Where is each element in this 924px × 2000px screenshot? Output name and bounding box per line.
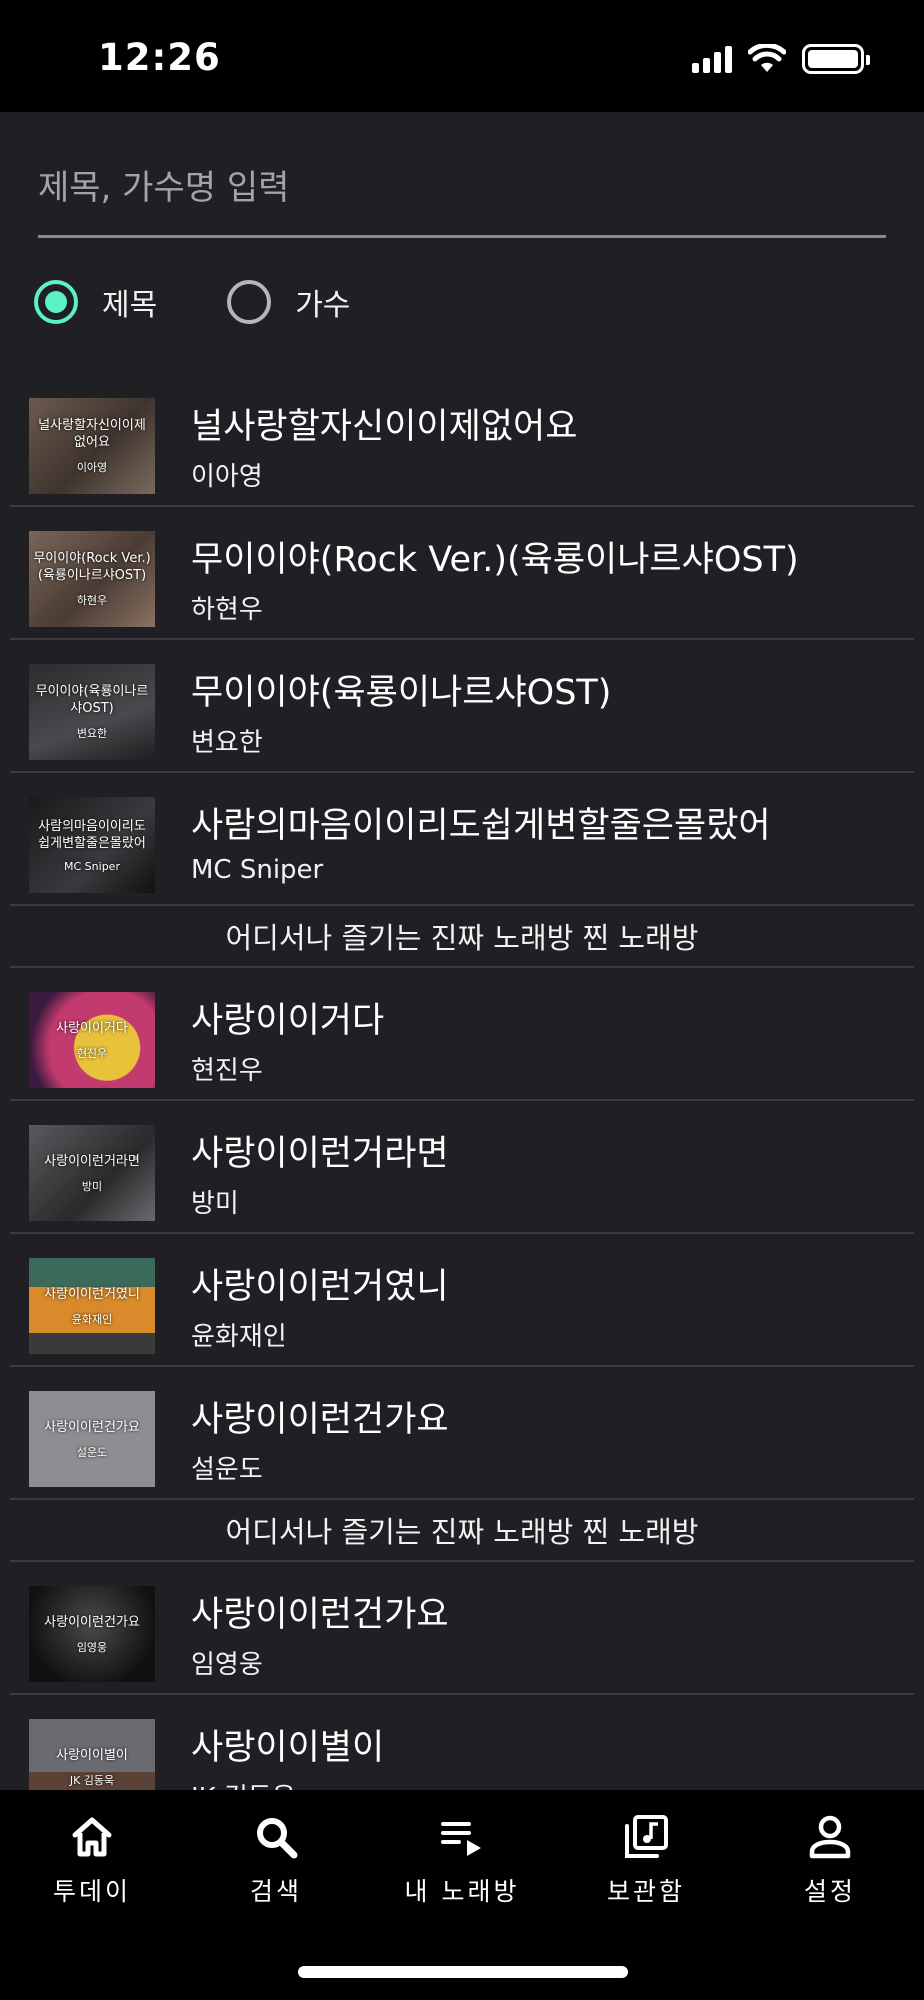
song-title: 무이이야(Rock Ver.)(육룡이나르샤OST): [191, 540, 799, 580]
library-icon: [625, 1815, 668, 1858]
song-title: 사랑이이런거라면: [191, 1134, 449, 1174]
song-title: 널사랑할자신이이제없어요: [191, 407, 578, 447]
tab-my-karaoke[interactable]: 내 노래방: [402, 1812, 522, 1908]
tab-label: 내 노래방: [404, 1877, 520, 1906]
song-artist: 윤화재인: [191, 1322, 287, 1352]
status-time: 12:26: [98, 36, 221, 79]
person-icon: [809, 1815, 851, 1859]
album-art-title: 사람의마음이이리도쉽게변할줄은몰랐어: [38, 818, 146, 851]
song-artist: 현진우: [191, 1056, 263, 1086]
album-art: 사랑이이런거라면 방미: [29, 1125, 155, 1221]
song-artist: JK 김동욱: [191, 1777, 296, 1790]
tab-settings[interactable]: 설정: [770, 1812, 890, 1908]
result-list: 널사랑할자신이이제없어요 이아영 널사랑할자신이이제없어요 이아영 무이이야(R…: [10, 374, 914, 1790]
song-artist: MC Sniper: [191, 855, 324, 885]
song-title: 사랑이이별이: [191, 1728, 385, 1768]
album-art: 무이이야(Rock Ver.)(육룡이나르샤OST) 하현우: [29, 531, 155, 627]
song-artist: 변요한: [191, 728, 263, 758]
radio-label: 가수: [295, 288, 351, 323]
tab-today[interactable]: 투데이: [32, 1812, 152, 1908]
search-icon: [257, 1818, 298, 1859]
album-art-title: 널사랑할자신이이제없어요: [38, 418, 146, 450]
song-artist: 임영웅: [191, 1650, 263, 1680]
radio-unselected-icon[interactable]: [227, 280, 272, 324]
album-art: 널사랑할자신이이제없어요 이아영: [29, 398, 155, 494]
song-title: 무이이야(육룡이나르샤OST): [191, 673, 612, 713]
album-art-artist: 이아영: [76, 461, 108, 474]
song-row[interactable]: 사랑이이런건가요 설운도 사랑이이런건가요 설운도: [10, 1367, 914, 1500]
song-row[interactable]: 사랑이이거다 현진우 사랑이이거다 현진우: [10, 968, 914, 1101]
search-field: [38, 148, 886, 238]
album-art-artist: 윤화재인: [71, 1312, 113, 1326]
search-input[interactable]: [38, 148, 886, 228]
search-type-filter: 제목 가수: [34, 274, 420, 330]
wifi-icon: [748, 44, 786, 72]
album-art-artist: 변요한: [76, 727, 108, 740]
song-row[interactable]: 사랑이이별이 JK 김동욱 사랑이이별이 JK 김동욱: [10, 1695, 914, 1790]
song-title: 사랑이이런건가요: [191, 1595, 449, 1635]
album-art: 사람의마음이이리도쉽게변할줄은몰랐어 MC Sniper: [29, 797, 155, 893]
song-row[interactable]: 사랑이이런거였니 윤화재인 사랑이이런거였니 윤화재인: [10, 1234, 914, 1367]
radio-option-artist[interactable]: 가수: [227, 280, 350, 324]
ad-banner[interactable]: 어디서나 즐기는 진짜 노래방 찐 노래방: [10, 906, 914, 968]
album-art-title: 사랑이이런건가요: [44, 1419, 140, 1435]
song-title: 사랑이이런거였니: [191, 1267, 449, 1307]
tab-label: 검색: [249, 1877, 302, 1906]
album-art: 사랑이이런거였니 윤화재인: [29, 1258, 155, 1354]
song-artist: 방미: [191, 1189, 239, 1219]
album-art-title: 사랑이이런거라면: [44, 1153, 140, 1169]
album-art-title: 무이이야(Rock Ver.)(육룡이나르샤OST): [33, 551, 151, 583]
song-artist: 이아영: [191, 462, 263, 492]
album-art-artist: 방미: [81, 1179, 103, 1193]
search-screen: 제목 가수 널사랑할자신이이제없어요 이아영 널사랑할자신이이제없어요 이아영 …: [0, 112, 924, 1790]
battery-icon: [802, 44, 870, 74]
album-art-title: 사랑이이별이: [56, 1747, 128, 1763]
tab-label: 투데이: [52, 1877, 131, 1906]
song-row[interactable]: 무이이야(육룡이나르샤OST) 변요한 무이이야(육룡이나르샤OST) 변요한: [10, 640, 914, 773]
cellular-signal-icon: [692, 45, 732, 73]
tab-label: 보관함: [606, 1877, 685, 1906]
song-row[interactable]: 무이이야(Rock Ver.)(육룡이나르샤OST) 하현우 무이이야(Rock…: [10, 507, 914, 640]
album-art-artist: JK 김동욱: [69, 1773, 115, 1787]
album-art-title: 사랑이이런거였니: [44, 1286, 140, 1302]
status-bar: 12:26: [0, 0, 924, 112]
album-art-title: 사랑이이런건가요: [44, 1614, 140, 1630]
album-art: 사랑이이별이 JK 김동욱: [29, 1719, 155, 1790]
album-art-artist: 현진우: [76, 1046, 108, 1060]
song-row[interactable]: 널사랑할자신이이제없어요 이아영 널사랑할자신이이제없어요 이아영: [10, 374, 914, 507]
radio-label: 제목: [102, 288, 158, 323]
song-title: 사랑이이런건가요: [191, 1400, 449, 1440]
home-icon: [72, 1817, 112, 1857]
song-artist: 설운도: [191, 1455, 263, 1485]
album-art-title: 사랑이이거다: [56, 1020, 128, 1036]
album-art: 사랑이이런건가요 설운도: [29, 1391, 155, 1487]
album-art-artist: MC Sniper: [64, 859, 120, 873]
song-row[interactable]: 사랑이이런거라면 방미 사랑이이런거라면 방미: [10, 1101, 914, 1234]
radio-option-title[interactable]: 제목: [34, 280, 157, 324]
album-art-artist: 하현우: [76, 594, 108, 607]
tab-search[interactable]: 검색: [216, 1812, 336, 1908]
song-title: 사랑이이거다: [191, 1001, 385, 1041]
album-art: 사랑이이런건가요 임영웅: [29, 1586, 155, 1682]
radio-selected-icon[interactable]: [34, 280, 78, 324]
ad-banner[interactable]: 어디서나 즐기는 진짜 노래방 찐 노래방: [10, 1500, 914, 1562]
album-art-title: 무이이야(육룡이나르샤OST): [35, 684, 149, 716]
song-artist: 하현우: [191, 595, 263, 625]
album-art: 무이이야(육룡이나르샤OST) 변요한: [29, 664, 155, 760]
tab-label: 설정: [803, 1877, 856, 1906]
playlist-icon: [441, 1822, 481, 1856]
album-art-artist: 임영웅: [76, 1640, 108, 1654]
song-title: 사람의마음이이리도쉽게변할줄은몰랐어: [191, 806, 771, 846]
song-row[interactable]: 사랑이이런건가요 임영웅 사랑이이런건가요 임영웅: [10, 1562, 914, 1695]
album-art-artist: 설운도: [76, 1445, 108, 1459]
status-icons: [692, 44, 870, 74]
tab-library[interactable]: 보관함: [586, 1812, 706, 1908]
home-indicator[interactable]: [298, 1966, 628, 1978]
album-art: 사랑이이거다 현진우: [29, 992, 155, 1088]
song-row[interactable]: 사람의마음이이리도쉽게변할줄은몰랐어 MC Sniper 사람의마음이이리도쉽게…: [10, 773, 914, 906]
